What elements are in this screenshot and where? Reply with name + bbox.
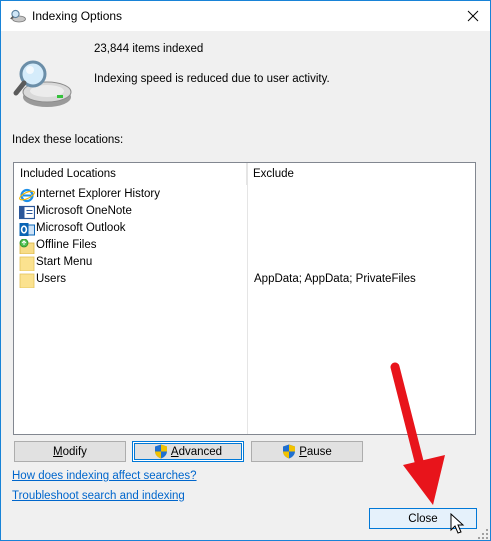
folder-icon: [19, 256, 35, 271]
folder-icon: [19, 273, 35, 288]
resize-grip-icon[interactable]: [477, 528, 489, 540]
advanced-button[interactable]: Advanced: [132, 441, 244, 462]
items-indexed-count: 23,844 items indexed: [94, 43, 204, 55]
uac-shield-icon: [283, 444, 296, 459]
onenote-icon: [19, 205, 35, 220]
location-name: Microsoft OneNote: [36, 205, 132, 217]
mouse-pointer-icon: [450, 513, 465, 534]
uac-shield-icon: [154, 444, 167, 459]
modify-button-label: Modify: [53, 445, 87, 458]
column-header-exclude[interactable]: Exclude: [247, 163, 475, 185]
location-name: Offline Files: [36, 239, 97, 251]
advanced-button-label: Advanced: [170, 445, 223, 458]
red-arrow-annotation: [390, 362, 445, 505]
location-name: Microsoft Outlook: [36, 222, 126, 234]
location-name: Users: [36, 273, 67, 285]
title-bar[interactable]: Indexing Options: [1, 1, 490, 31]
outlook-icon: [19, 223, 35, 236]
list-item[interactable]: Start Menu: [14, 255, 475, 272]
location-name: Internet Explorer History: [36, 188, 160, 200]
offline-files-icon: [19, 239, 35, 254]
locations-section-label: Index these locations:: [12, 134, 124, 146]
location-name: Start Menu: [36, 256, 93, 268]
indexing-options-icon: [10, 9, 26, 23]
close-window-button[interactable]: [456, 1, 490, 31]
list-item[interactable]: Microsoft Outlook: [14, 221, 475, 238]
how-indexing-affects-searches-link[interactable]: How does indexing affect searches?: [12, 470, 197, 482]
modify-button[interactable]: Modify: [14, 441, 126, 462]
indexing-drive-icon: [13, 60, 72, 107]
list-item[interactable]: Users AppData; AppData; PrivateFiles: [14, 272, 475, 289]
list-item[interactable]: Internet Explorer History: [14, 187, 475, 204]
window-title: Indexing Options: [32, 9, 123, 23]
list-item[interactable]: Microsoft OneNote: [14, 204, 475, 221]
troubleshoot-search-link[interactable]: Troubleshoot search and indexing: [12, 490, 185, 502]
indexing-status-message: Indexing speed is reduced due to user ac…: [94, 73, 330, 85]
column-header-included[interactable]: Included Locations: [14, 163, 247, 185]
pause-button[interactable]: Pause: [251, 441, 363, 462]
pause-button-label: Pause: [299, 445, 332, 458]
internet-explorer-icon: [19, 188, 35, 203]
list-item[interactable]: Offline Files: [14, 238, 475, 255]
close-button-label: Close: [408, 512, 438, 525]
indexing-options-window: Indexing Options 23,844 items indexed In…: [0, 0, 491, 541]
location-exclude: AppData; AppData; PrivateFiles: [254, 273, 416, 285]
close-icon: [467, 10, 479, 22]
